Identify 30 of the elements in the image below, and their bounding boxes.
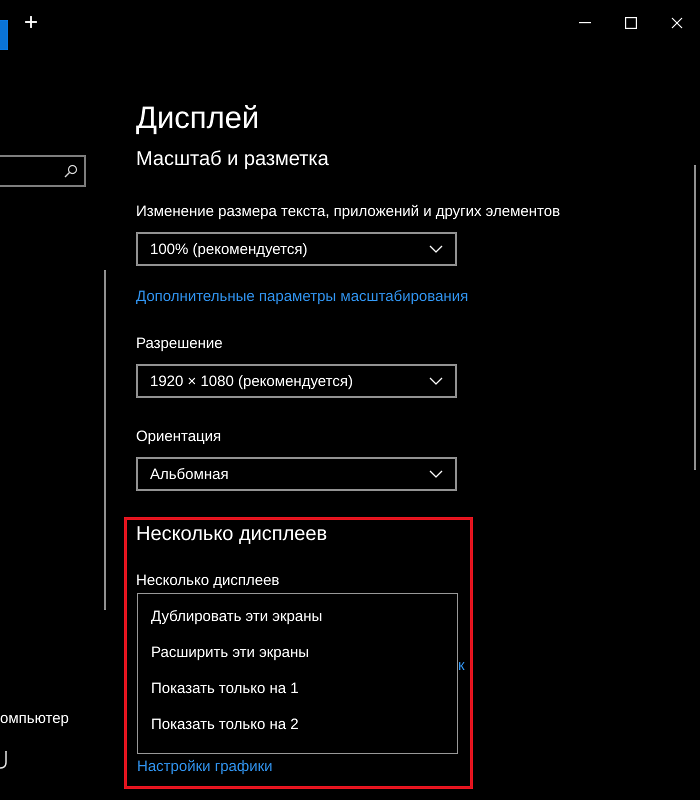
maximize-icon [625,16,637,28]
chevron-down-icon [429,470,443,478]
setting-label: Несколько дисплеев [136,572,280,589]
close-icon [671,16,683,28]
setting-label: Разрешение [136,335,224,352]
sidebar-item[interactable]: омпьютер [0,710,69,727]
menu-option[interactable]: Показать только на 1 [138,671,457,707]
minimize-icon [579,22,591,24]
dropdown[interactable]: 100% (рекомендуется) [136,232,457,266]
page-title: Дисплей [136,100,260,136]
search-icon [64,164,78,178]
chevron-down-icon [429,245,443,253]
scrollbar[interactable] [694,165,696,470]
menu-option[interactable]: Показать только на 2 [138,707,457,743]
dropdown[interactable]: Альбомная [136,457,457,491]
tab-edge[interactable] [0,20,8,50]
menu-option[interactable]: Расширить эти экраны [138,635,457,671]
new-tab-button[interactable]: + [20,10,42,34]
settings-link[interactable]: Настройки графики [137,758,273,775]
settings-link[interactable]: Дополнительные параметры масштабирования [136,288,556,305]
setting-label: Ориентация [136,428,222,445]
sidebar-item-icon [0,750,8,770]
scrollbar[interactable] [104,270,106,610]
link-fragment[interactable]: к [458,657,465,674]
section-heading: Несколько дисплеев [136,523,328,546]
menu-option[interactable]: Дублировать эти экраны [138,599,457,635]
dropdown[interactable]: 1920 × 1080 (рекомендуется) [136,364,457,398]
search-field[interactable] [0,155,86,187]
section-heading: Масштаб и разметка [136,148,330,171]
chevron-down-icon [429,377,443,385]
